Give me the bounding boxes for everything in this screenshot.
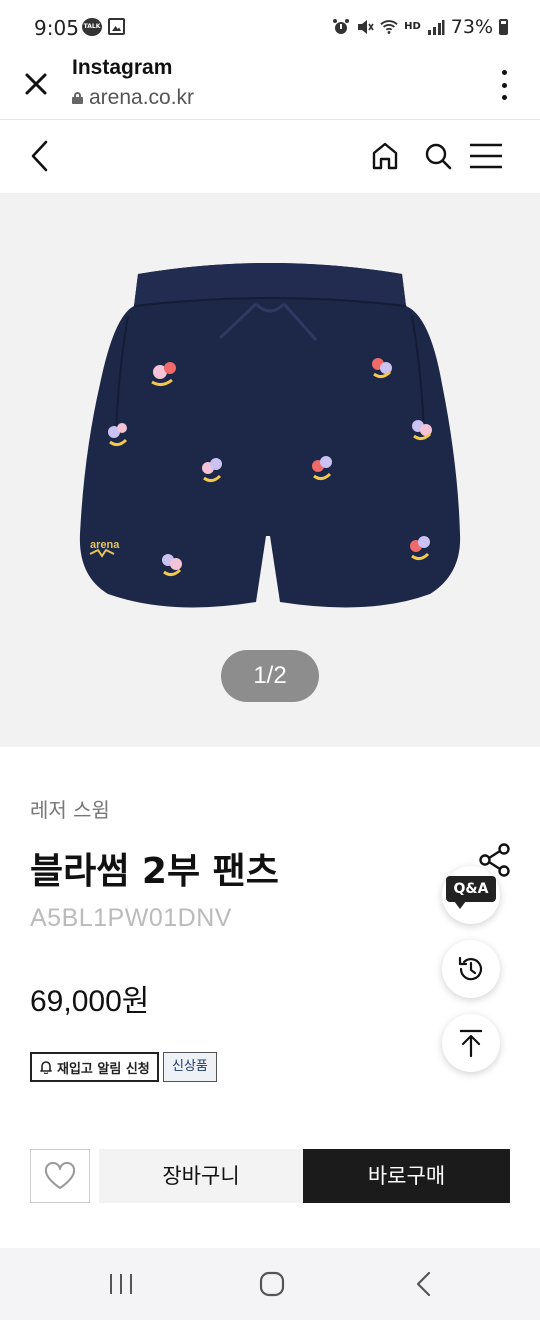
product-image: arena bbox=[79, 263, 461, 608]
recent-apps-icon[interactable] bbox=[108, 1272, 134, 1296]
android-navigation-bar bbox=[0, 1248, 540, 1320]
close-icon[interactable] bbox=[20, 68, 52, 100]
back-arrow-icon[interactable] bbox=[26, 138, 56, 174]
battery-percent: 73% bbox=[450, 16, 493, 38]
browser-url-text: arena.co.kr bbox=[89, 86, 195, 109]
hamburger-menu-icon[interactable] bbox=[468, 142, 504, 170]
product-category[interactable]: 레저 스윔 bbox=[30, 794, 110, 823]
scroll-to-top-button[interactable] bbox=[442, 1014, 500, 1072]
home-icon[interactable] bbox=[370, 140, 400, 172]
wishlist-button[interactable] bbox=[30, 1149, 90, 1203]
image-pager-indicator: 1/2 bbox=[221, 650, 319, 702]
kebab-dot bbox=[501, 95, 507, 100]
history-icon bbox=[458, 956, 483, 981]
more-options-button[interactable] bbox=[496, 70, 512, 100]
signal-icon bbox=[427, 20, 445, 35]
status-bar: 9:05 TALK HD 73% bbox=[0, 0, 540, 56]
product-title: 블라썸 2부 팬츠 bbox=[30, 851, 279, 892]
qa-label: Q&A bbox=[446, 876, 496, 909]
arrow-up-to-top-icon bbox=[460, 1029, 482, 1058]
status-time: 9:05 bbox=[34, 16, 79, 40]
alarm-icon bbox=[333, 19, 350, 34]
restock-alert-label: 재입고 알림 신청 bbox=[57, 1061, 150, 1077]
status-system-icons: HD 73% bbox=[332, 16, 508, 38]
image-icon bbox=[108, 18, 125, 35]
home-button-icon[interactable] bbox=[258, 1270, 286, 1298]
heart-icon bbox=[44, 1161, 76, 1189]
brand-logo-text: arena bbox=[90, 539, 120, 551]
qa-button[interactable]: Q&A bbox=[442, 866, 500, 924]
search-icon[interactable] bbox=[423, 140, 453, 172]
status-notification-icons: TALK bbox=[82, 18, 125, 36]
product-price: 69,000원 bbox=[30, 985, 150, 1018]
add-to-cart-button[interactable]: 장바구니 bbox=[99, 1149, 303, 1203]
in-app-browser-bar: Instagram arena.co.kr bbox=[0, 56, 540, 120]
battery-icon bbox=[499, 19, 508, 35]
kakaotalk-icon: TALK bbox=[82, 18, 102, 36]
recently-viewed-button[interactable] bbox=[442, 940, 500, 998]
kebab-dot bbox=[501, 82, 507, 88]
site-header bbox=[0, 120, 540, 194]
hd-voice-icon: HD bbox=[404, 21, 421, 32]
back-button-icon[interactable] bbox=[412, 1270, 436, 1298]
wifi-icon bbox=[380, 20, 398, 34]
lock-icon bbox=[72, 92, 83, 104]
restock-alert-button[interactable]: 재입고 알림 신청 bbox=[30, 1052, 159, 1082]
product-code: A5BL1PW01DNV bbox=[30, 904, 232, 932]
new-product-badge: 신상품 bbox=[163, 1052, 217, 1082]
mute-icon bbox=[358, 20, 374, 34]
bell-icon bbox=[40, 1061, 52, 1074]
kebab-dot bbox=[501, 70, 507, 75]
buy-now-button[interactable]: 바로구매 bbox=[303, 1149, 510, 1203]
product-image-gallery[interactable]: arena 1/2 bbox=[0, 194, 540, 747]
browser-url[interactable]: arena.co.kr bbox=[72, 86, 194, 110]
browser-title: Instagram bbox=[72, 56, 173, 79]
